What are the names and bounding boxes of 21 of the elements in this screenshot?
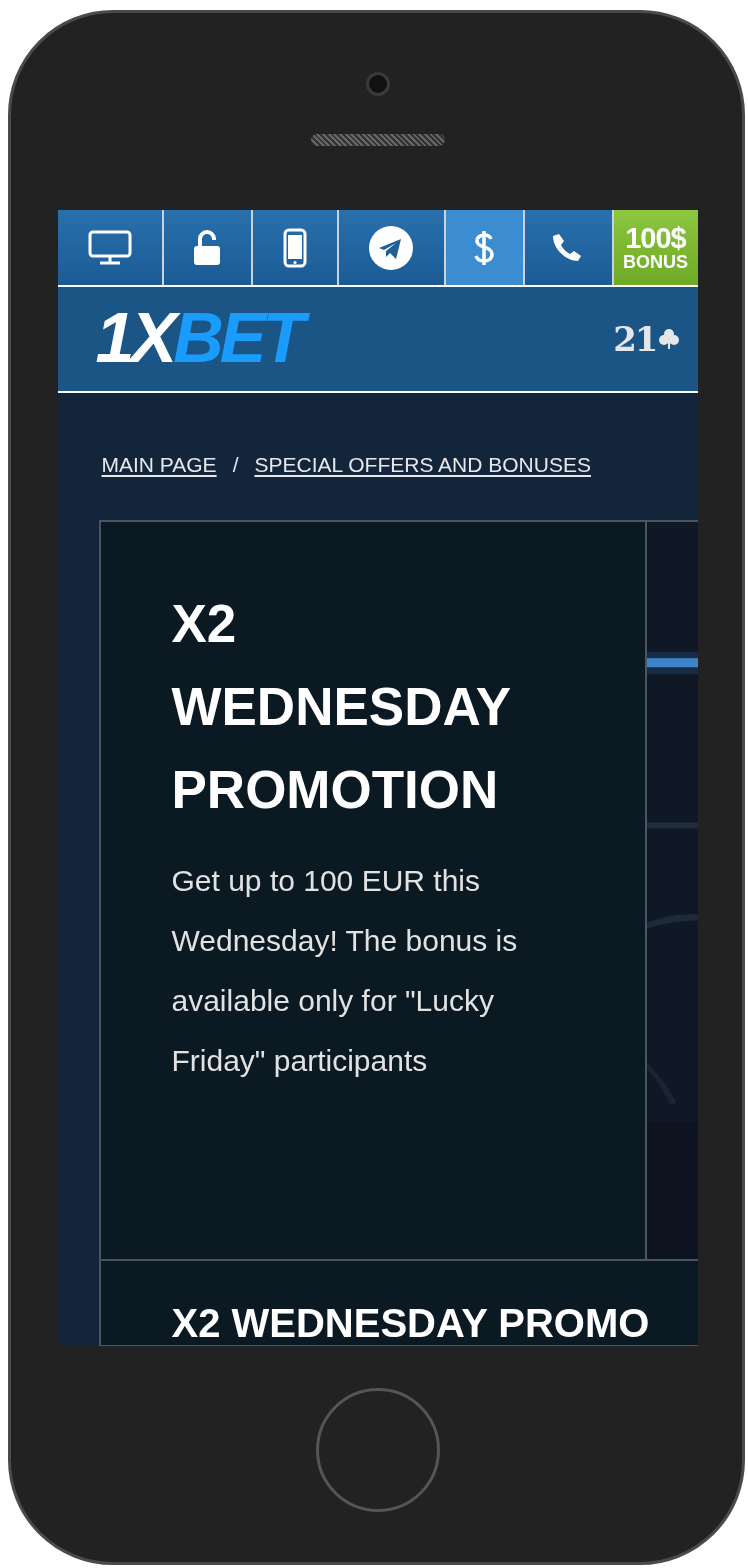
- toolbar-button[interactable]: [57, 210, 164, 285]
- breadcrumb-link[interactable]: MAIN PAGE: [101, 453, 217, 477]
- phone-handset-icon: [552, 231, 584, 264]
- unlocked-padlock-icon: [193, 229, 221, 266]
- toolbar-button[interactable]: [524, 210, 614, 285]
- camera-lens: [365, 72, 390, 96]
- promo-title: X2 WEDNESDAY PROMO: [171, 1301, 650, 1345]
- toolbar-button[interactable]: [163, 210, 253, 285]
- toolbar-button[interactable]: [252, 210, 339, 285]
- paper-plane-icon: [368, 224, 414, 271]
- age-limit-label: 21: [613, 319, 657, 359]
- breadcrumb-link[interactable]: SPECIAL OFFERS AND BONUSES: [254, 453, 591, 477]
- promo-description: Get up to 100 EUR this Wednesday! The bonus is available only for "Lucky Friday" participants: [171, 863, 519, 1079]
- monitor-icon: [87, 229, 132, 266]
- clover-icon: [657, 328, 680, 350]
- promo-title: X2 WEDNESDAY PROMOTION: [171, 593, 512, 821]
- breadcrumb-separator: /: [232, 453, 239, 477]
- toolbar-button[interactable]: [445, 210, 525, 285]
- logo[interactable]: 1XBET: [91, 295, 316, 383]
- smartphone-icon: [282, 227, 307, 268]
- toolbar-button[interactable]: [338, 210, 446, 285]
